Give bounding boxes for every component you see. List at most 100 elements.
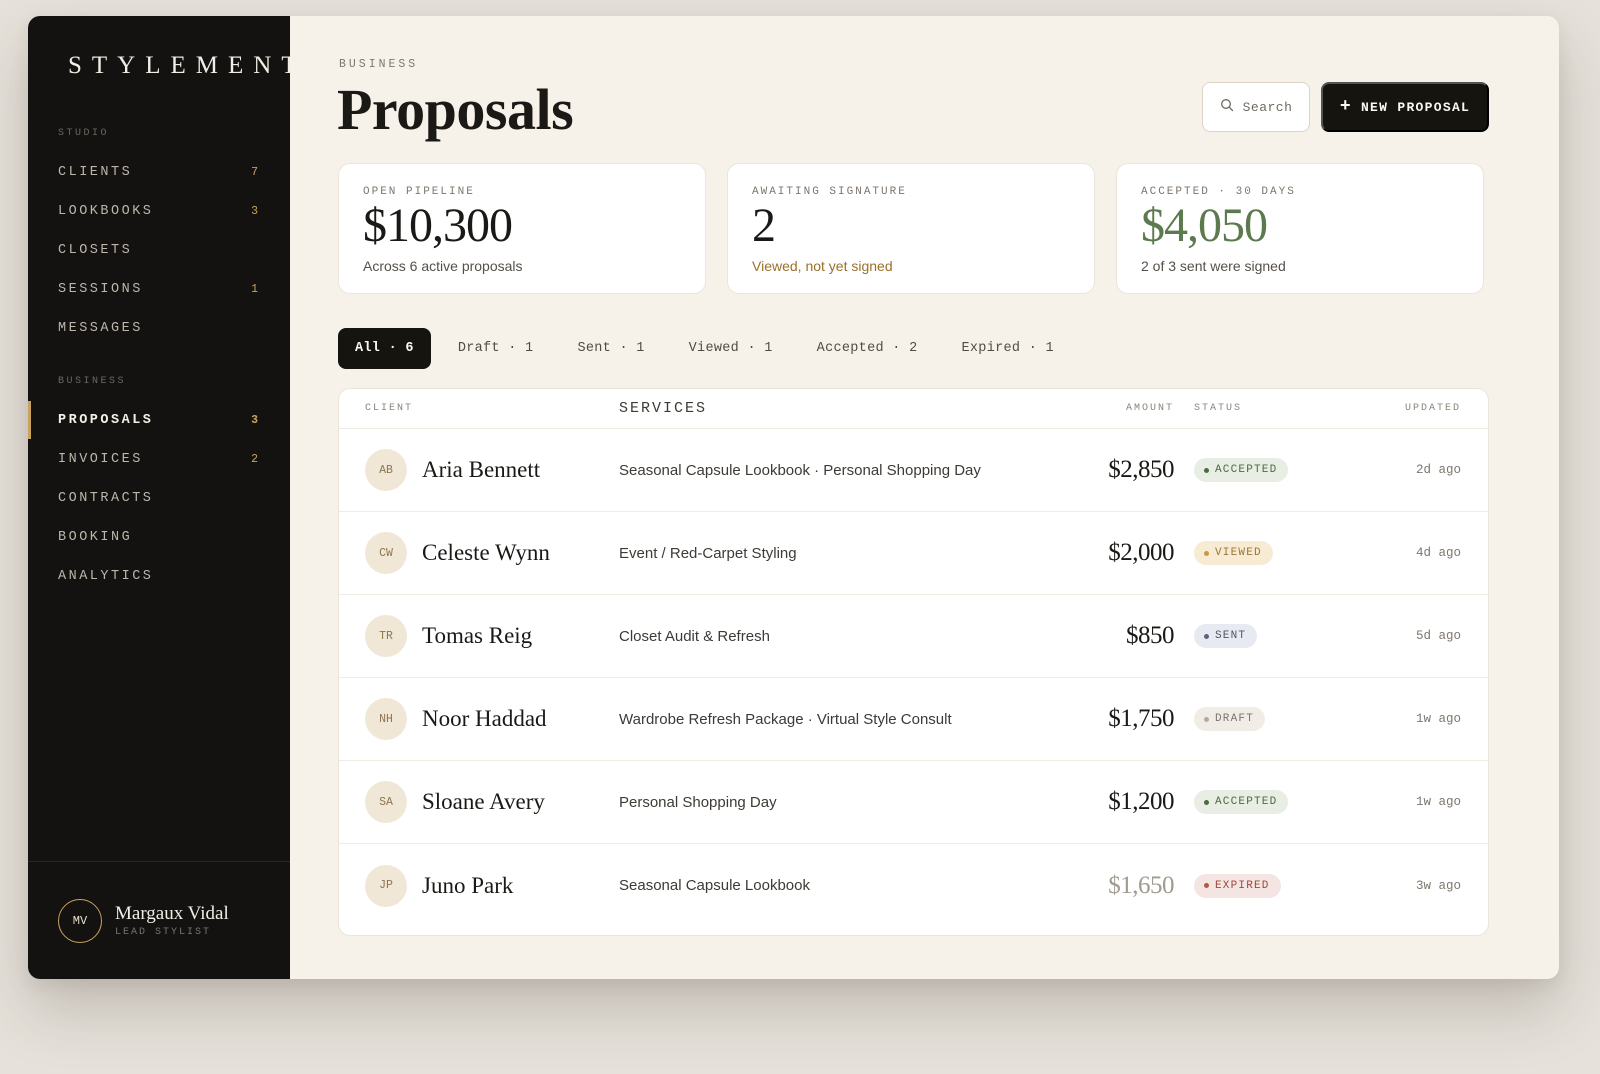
table-row[interactable]: NH Noor Haddad Wardrobe Refresh Package … xyxy=(339,678,1488,761)
sidebar-item-messages[interactable]: MESSAGES xyxy=(28,314,290,342)
new-proposal-label: NEW PROPOSAL xyxy=(1360,99,1471,115)
avatar: NH xyxy=(365,698,407,740)
avatar: JP xyxy=(365,864,407,907)
sidebar-item-label: SESSIONS xyxy=(58,281,143,297)
stat-value: 2 xyxy=(752,199,776,252)
status-label: SENT xyxy=(1215,630,1247,642)
services-cell: Event / Red-Carpet Styling xyxy=(619,544,797,562)
sidebar-item-count: 3 xyxy=(251,204,258,218)
new-proposal-button[interactable]: + NEW PROPOSAL xyxy=(1321,82,1489,132)
status-cell: VIEWED xyxy=(1174,541,1374,565)
services-cell: Personal Shopping Day xyxy=(619,793,777,811)
status-dot-icon xyxy=(1204,550,1209,556)
column-header-amount[interactable]: AMOUNT xyxy=(1059,403,1174,414)
status-badge: ACCEPTED xyxy=(1194,790,1289,814)
status-dot-icon xyxy=(1204,883,1209,888)
status-cell: SENT xyxy=(1174,624,1374,648)
tab-accepted[interactable]: Accepted · 2 xyxy=(800,328,935,369)
stat-value: $4,050 xyxy=(1141,199,1268,252)
status-badge: ACCEPTED xyxy=(1194,458,1289,482)
sidebar-item-booking[interactable]: BOOKING xyxy=(28,523,290,551)
status-label: ACCEPTED xyxy=(1215,464,1278,476)
table-row[interactable]: TR Tomas Reig Closet Audit & Refresh $85… xyxy=(339,595,1488,678)
status-badge: EXPIRED xyxy=(1194,873,1281,898)
user-role: LEAD STYLIST xyxy=(115,927,212,938)
column-header-client[interactable]: CLIENT xyxy=(339,403,619,414)
avatar: TR xyxy=(365,615,407,657)
updated-cell: 5d ago xyxy=(1415,629,1461,643)
sidebar-item-label: LOOKBOOKS xyxy=(58,203,154,219)
sidebar-item-label: INVOICES xyxy=(58,451,143,467)
sidebar-item-analytics[interactable]: ANALYTICS xyxy=(28,562,290,590)
status-badge: SENT xyxy=(1194,624,1258,648)
services-cell: Wardrobe Refresh Package · Virtual Style… xyxy=(619,710,952,728)
sidebar-item-clients[interactable]: CLIENTS 7 xyxy=(28,158,290,186)
sidebar-item-invoices[interactable]: INVOICES 2 xyxy=(28,445,290,473)
status-dot-icon xyxy=(1204,799,1209,805)
tab-viewed[interactable]: Viewed · 1 xyxy=(672,328,790,369)
page-title: Proposals xyxy=(337,77,574,142)
stat-card-accepted-30-days: ACCEPTED · 30 DAYS $4,050 2 of 3 sent we… xyxy=(1116,163,1484,294)
nav-section-business: BUSINESS xyxy=(58,376,127,387)
avatar: AB xyxy=(365,449,407,491)
status-cell: EXPIRED xyxy=(1174,873,1374,898)
status-badge: DRAFT xyxy=(1194,707,1266,731)
avatar: MV xyxy=(58,898,102,943)
sidebar-item-closets[interactable]: CLOSETS xyxy=(28,236,290,264)
table-row[interactable]: SA Sloane Avery Personal Shopping Day $1… xyxy=(339,761,1488,844)
client-cell: SA Sloane Avery xyxy=(339,781,619,823)
client-cell: AB Aria Bennett xyxy=(339,449,619,491)
sidebar-item-proposals[interactable]: PROPOSALS 3 xyxy=(28,401,290,439)
client-name: Tomas Reig xyxy=(422,623,533,648)
main-content: BUSINESS Proposals Search + NEW PROPOSAL… xyxy=(290,16,1559,979)
stat-value: $10,300 xyxy=(363,199,513,252)
stat-subtext: Across 6 active proposals xyxy=(363,257,523,274)
sidebar-item-count: 7 xyxy=(251,165,258,179)
sidebar-item-label: CONTRACTS xyxy=(58,490,154,506)
status-dot-icon xyxy=(1204,716,1209,722)
client-cell: NH Noor Haddad xyxy=(339,698,619,740)
amount-cell: $1,750 xyxy=(1108,705,1174,732)
tab-expired[interactable]: Expired · 1 xyxy=(945,328,1071,369)
status-cell: DRAFT xyxy=(1174,707,1374,731)
column-header-updated[interactable]: UPDATED xyxy=(1374,403,1488,414)
stat-card-awaiting-signature: AWAITING SIGNATURE 2 Viewed, not yet sig… xyxy=(727,163,1095,294)
updated-cell: 2d ago xyxy=(1415,463,1461,477)
status-dot-icon xyxy=(1204,633,1209,639)
services-cell: Seasonal Capsule Lookbook xyxy=(619,877,810,894)
client-name: Celeste Wynn xyxy=(422,540,550,565)
column-header-services[interactable]: SERVICES xyxy=(619,400,1059,417)
filter-tabs: All · 6 Draft · 1 Sent · 1 Viewed · 1 Ac… xyxy=(338,328,1071,369)
sidebar-item-lookbooks[interactable]: LOOKBOOKS 3 xyxy=(28,197,290,225)
amount-cell: $2,850 xyxy=(1108,456,1174,483)
sidebar-item-contracts[interactable]: CONTRACTS xyxy=(28,484,290,512)
sidebar-item-sessions[interactable]: SESSIONS 1 xyxy=(28,275,290,303)
status-dot-icon xyxy=(1204,467,1209,473)
updated-cell: 3w ago xyxy=(1415,878,1461,893)
sidebar-item-label: PROPOSALS xyxy=(58,412,154,428)
nav-section-studio: STUDIO xyxy=(58,128,110,139)
sidebar-item-label: CLIENTS xyxy=(58,164,133,180)
search-button[interactable]: Search xyxy=(1202,82,1310,132)
stat-label: ACCEPTED · 30 DAYS xyxy=(1141,186,1296,198)
column-header-status[interactable]: STATUS xyxy=(1174,403,1374,414)
table-row[interactable]: JP Juno Park Seasonal Capsule Lookbook $… xyxy=(339,844,1488,927)
amount-cell: $1,650 xyxy=(1108,871,1174,899)
sidebar-item-count: 1 xyxy=(251,282,258,296)
table-row[interactable]: AB Aria Bennett Seasonal Capsule Lookboo… xyxy=(339,429,1488,512)
user-profile[interactable]: MV Margaux Vidal LEAD STYLIST xyxy=(28,861,290,979)
stat-subtext: 2 of 3 sent were signed xyxy=(1141,257,1286,274)
table-row[interactable]: CW Celeste Wynn Event / Red-Carpet Styli… xyxy=(339,512,1488,595)
sidebar-item-label: ANALYTICS xyxy=(58,568,154,584)
client-name: Sloane Avery xyxy=(422,789,545,814)
avatar: CW xyxy=(365,532,407,574)
tab-all[interactable]: All · 6 xyxy=(338,328,431,369)
avatar: SA xyxy=(365,781,407,823)
stat-card-open-pipeline: OPEN PIPELINE $10,300 Across 6 active pr… xyxy=(338,163,706,294)
client-name: Juno Park xyxy=(422,872,514,898)
client-cell: JP Juno Park xyxy=(339,864,619,907)
status-cell: ACCEPTED xyxy=(1174,790,1374,814)
tab-sent[interactable]: Sent · 1 xyxy=(560,328,661,369)
tab-draft[interactable]: Draft · 1 xyxy=(441,328,551,369)
amount-cell: $850 xyxy=(1126,622,1175,649)
